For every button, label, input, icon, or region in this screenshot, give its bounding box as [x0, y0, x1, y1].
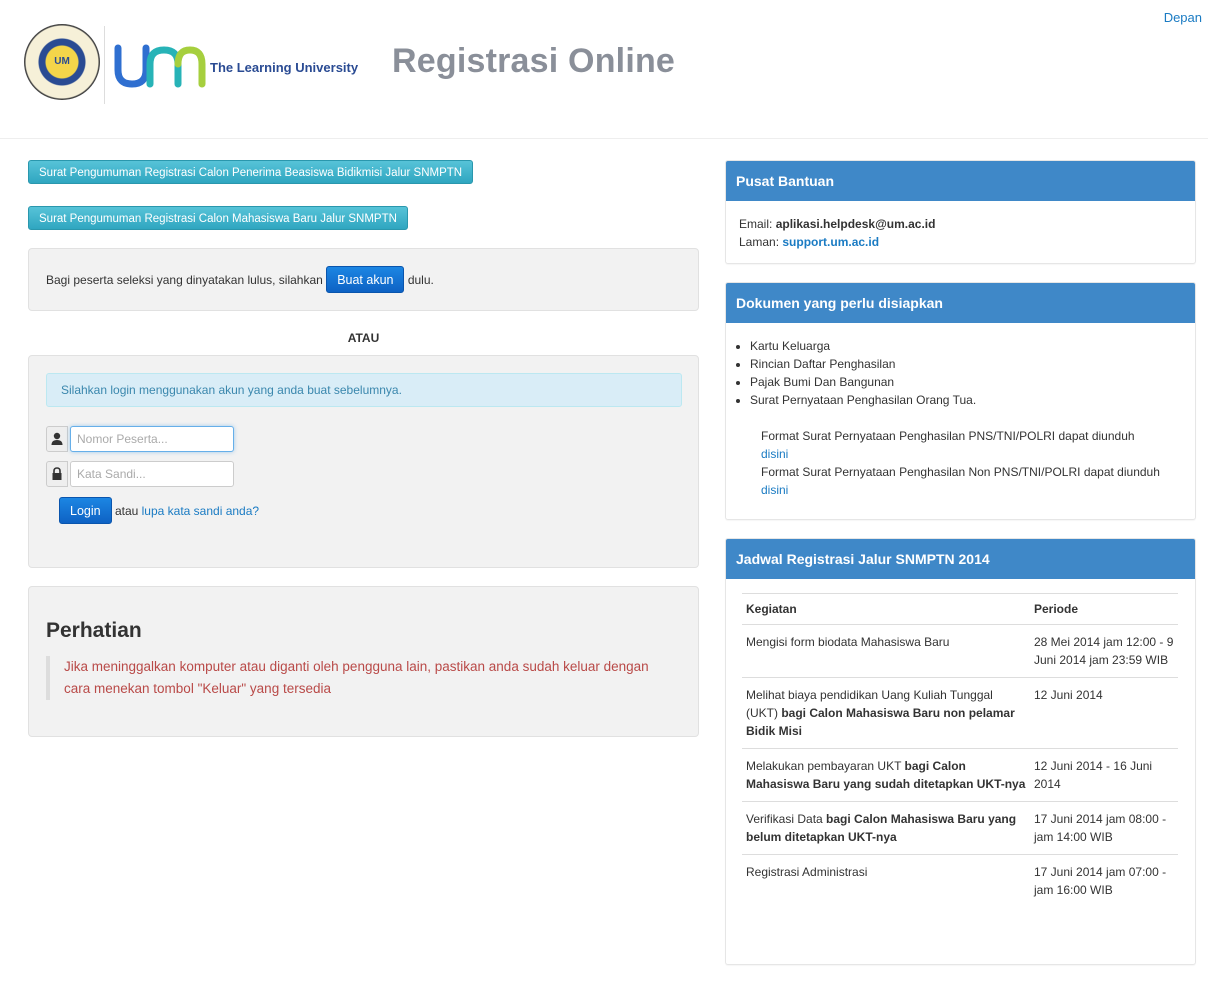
- schedule-panel: Jadwal Registrasi Jalur SNMPTN 2014 Kegi…: [725, 538, 1196, 965]
- activity-text: Verifikasi Data: [746, 812, 823, 826]
- table-row: Verifikasi Data bagi Calon Mahasiswa Bar…: [742, 801, 1178, 855]
- register-text: Bagi peserta seleksi yang dinyatakan lul…: [46, 273, 323, 287]
- user-icon: [46, 426, 68, 452]
- list-item: Pajak Bumi Dan Bangunan: [750, 373, 1195, 391]
- logo-divider: [104, 26, 105, 104]
- period-cell: 28 Mei 2014 jam 12:00 - 9 Juni 2014 jam …: [1030, 624, 1178, 678]
- login-well: Silahkan login menggunakan akun yang and…: [28, 355, 699, 568]
- login-button[interactable]: Login: [59, 497, 112, 524]
- help-site-link[interactable]: support.um.ac.id: [782, 235, 879, 249]
- list-item: Surat Pernyataan Penghasilan Orang Tua.: [750, 391, 1195, 409]
- lock-icon: [46, 461, 68, 487]
- help-email-line: Email: aplikasi.helpdesk@um.ac.id: [739, 215, 1195, 233]
- help-panel-title: Pusat Bantuan: [726, 161, 1195, 201]
- activity-cell: Melakukan pembayaran UKT bagi Calon Maha…: [742, 748, 1030, 802]
- list-item: Kartu Keluarga: [750, 337, 1195, 355]
- tagline: The Learning University: [210, 60, 359, 75]
- password-input[interactable]: [70, 461, 234, 487]
- help-email-label: Email:: [739, 217, 773, 231]
- activity-emphasis: bagi Calon Mahasiswa Baru non pelamar Bi…: [746, 706, 1015, 738]
- register-line: Bagi peserta seleksi yang dinyatakan lul…: [46, 266, 434, 294]
- schedule-table: Kegiatan Periode Mengisi form biodata Ma…: [742, 593, 1178, 907]
- table-row: Melihat biaya pendidikan Uang Kuliah Tun…: [742, 677, 1178, 749]
- table-row: Mengisi form biodata Mahasiswa Baru 28 M…: [742, 624, 1178, 678]
- announcement-snmptn-button[interactable]: Surat Pengumuman Registrasi Calon Mahasi…: [28, 206, 408, 230]
- format-non-pns-download-link[interactable]: disini: [761, 483, 788, 497]
- notice-well: Perhatian Jika meninggalkan komputer ata…: [28, 586, 699, 737]
- register-text-after: dulu.: [407, 273, 434, 287]
- notice-title: Perhatian: [46, 619, 142, 642]
- table-row: Registrasi Administrasi 17 Juni 2014 jam…: [742, 855, 1178, 908]
- period-cell: 17 Juni 2014 jam 08:00 - jam 14:00 WIB: [1030, 801, 1178, 855]
- create-account-button[interactable]: Buat akun: [326, 266, 405, 293]
- help-email: aplikasi.helpdesk@um.ac.id: [775, 217, 936, 231]
- table-row: Melakukan pembayaran UKT bagi Calon Maha…: [742, 748, 1178, 802]
- documents-panel-title: Dokumen yang perlu disiapkan: [726, 283, 1195, 323]
- or-text: atau: [114, 504, 139, 518]
- documents-list: Kartu Keluarga Rincian Daftar Penghasila…: [726, 337, 1195, 409]
- help-site-label: Laman:: [739, 235, 780, 249]
- activity-cell: Verifikasi Data bagi Calon Mahasiswa Bar…: [742, 801, 1030, 855]
- forgot-password-link[interactable]: lupa kata sandi anda?: [142, 504, 259, 518]
- help-site-line: Laman: support.um.ac.id: [739, 233, 1195, 251]
- activity-cell: Melihat biaya pendidikan Uang Kuliah Tun…: [742, 677, 1030, 749]
- column-header-activity: Kegiatan: [742, 593, 1030, 625]
- activity-text: Melakukan pembayaran UKT: [746, 759, 902, 773]
- announcement-bidikmisi-button[interactable]: Surat Pengumuman Registrasi Calon Peneri…: [28, 160, 474, 184]
- period-cell: 17 Juni 2014 jam 07:00 - jam 16:00 WIB: [1034, 865, 1167, 897]
- activity-cell: Registrasi Administrasi: [742, 855, 1030, 908]
- column-header-period: Periode: [1030, 593, 1178, 625]
- activity-text: Registrasi Administrasi: [746, 865, 868, 879]
- period-cell: 12 Juni 2014 - 16 Juni 2014: [1030, 748, 1178, 802]
- register-well: Bagi peserta seleksi yang dinyatakan lul…: [28, 248, 699, 311]
- page-title: Registrasi Online: [392, 42, 676, 80]
- activity-text: Mengisi form biodata Mahasiswa Baru: [746, 635, 950, 649]
- header-divider: [0, 138, 1208, 139]
- format-non-pns-text: Format Surat Pernyataan Penghasilan Non …: [761, 465, 1160, 479]
- period-cell: 12 Juni 2014: [1030, 677, 1178, 749]
- documents-panel: Dokumen yang perlu disiapkan Kartu Kelua…: [725, 282, 1196, 520]
- seal-monogram: UM: [54, 56, 70, 67]
- help-panel: Pusat Bantuan Email: aplikasi.helpdesk@u…: [725, 160, 1196, 264]
- username-input[interactable]: [70, 426, 234, 452]
- site-header: UM The Learning University Registrasi On…: [24, 0, 1208, 138]
- table-header-row: Kegiatan Periode: [742, 593, 1178, 625]
- login-info-alert: Silahkan login menggunakan akun yang and…: [46, 373, 682, 407]
- list-item: Rincian Daftar Penghasilan: [750, 355, 1195, 373]
- format-pns-text: Format Surat Pernyataan Penghasilan PNS/…: [761, 429, 1135, 443]
- university-seal-logo: UM: [24, 24, 100, 100]
- notice-text: Jika meninggalkan komputer atau diganti …: [46, 656, 660, 700]
- schedule-panel-title: Jadwal Registrasi Jalur SNMPTN 2014: [726, 539, 1195, 579]
- or-separator: ATAU: [347, 331, 380, 345]
- activity-cell: Mengisi form biodata Mahasiswa Baru: [742, 624, 1030, 678]
- um-wordmark-logo: [114, 44, 206, 88]
- format-pns-download-link[interactable]: disini: [761, 447, 788, 461]
- login-actions: Login atau lupa kata sandi anda?: [59, 497, 259, 525]
